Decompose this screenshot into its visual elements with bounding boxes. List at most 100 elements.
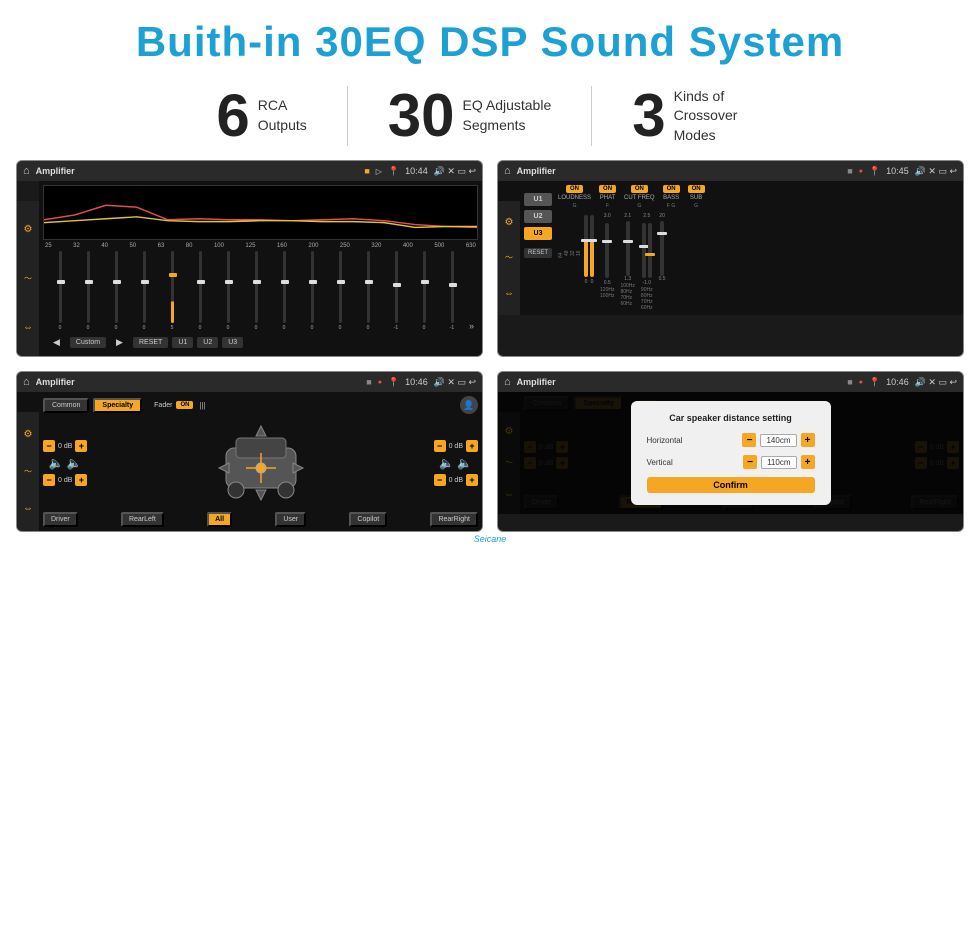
eq-u2-button[interactable]: U2 <box>197 337 218 348</box>
crossover-inner-screen: U1 U2 U3 RESET ON LOUDNESS G <box>498 181 963 315</box>
fader-screen: ⌂ Amplifier ■ ● 📍 10:46 🔊 ✕ ▭ ↩ ⚙ 〜 ⇔ Co… <box>16 371 483 532</box>
fader-plus-4[interactable]: + <box>466 474 478 486</box>
eq-slider-9[interactable]: 0 <box>271 251 297 331</box>
stat-eq: 30 EQ AdjustableSegments <box>348 86 591 146</box>
eq-slider-10[interactable]: 0 <box>299 251 325 331</box>
dialog-time: 10:46 <box>886 377 909 387</box>
rear-right-button[interactable]: RearRight <box>430 512 478 527</box>
eq-slider-4[interactable]: 0 <box>131 251 157 331</box>
fader-plus-1[interactable]: + <box>75 440 87 452</box>
copilot-button[interactable]: Copilot <box>349 512 387 527</box>
loudness-slider2[interactable]: 0 <box>590 215 594 285</box>
switch-cutfreq: ON CUT FREQ G <box>624 185 655 209</box>
switch-bass: ON BASS F G <box>663 185 680 209</box>
eq-u1-button[interactable]: U1 <box>172 337 193 348</box>
eq-sidebar-icon-2[interactable]: 〜 <box>24 273 32 284</box>
eq-sidebar-icon-3[interactable]: ⇔ <box>23 322 33 333</box>
reset-button[interactable]: RESET <box>524 248 552 258</box>
eq-slider-14[interactable]: 0 <box>411 251 437 331</box>
confirm-button[interactable]: Confirm <box>647 477 815 493</box>
all-button[interactable]: All <box>207 512 232 527</box>
horizontal-plus[interactable]: + <box>801 433 815 447</box>
dialog-dot2-icon: ● <box>859 379 863 386</box>
eq-reset-button[interactable]: RESET <box>133 337 168 348</box>
fader-minus-3[interactable]: − <box>434 440 446 452</box>
profile-icon[interactable]: 👤 <box>460 396 478 414</box>
bass-slider2[interactable] <box>648 223 652 278</box>
crossover-time: 10:45 <box>886 166 909 176</box>
crossover-sidebar-icon-2[interactable]: 〜 <box>505 252 513 263</box>
eq-slider-11[interactable]: 0 <box>327 251 353 331</box>
preset-column: U1 U2 U3 RESET <box>524 185 552 311</box>
fader-time: 10:46 <box>405 377 428 387</box>
preset-u1[interactable]: U1 <box>524 193 552 206</box>
driver-button[interactable]: Driver <box>43 512 78 527</box>
vertical-minus[interactable]: − <box>743 455 757 469</box>
fader-plus-3[interactable]: + <box>466 440 478 452</box>
sub-slider[interactable] <box>660 221 664 276</box>
phat-slider[interactable] <box>605 223 609 278</box>
fader-minus-2[interactable]: − <box>43 474 55 486</box>
preset-u2[interactable]: U2 <box>524 210 552 223</box>
eq-slider-2[interactable]: 0 <box>75 251 101 331</box>
switch-sub: ON SUB G <box>688 185 705 209</box>
sub-on[interactable]: ON <box>688 185 705 193</box>
fader-on[interactable]: ON <box>176 401 193 409</box>
fader-plus-2[interactable]: + <box>75 474 87 486</box>
bass-slider1[interactable] <box>642 223 646 278</box>
eq-slider-6[interactable]: 0 <box>187 251 213 331</box>
eq-slider-7[interactable]: 0 <box>215 251 241 331</box>
loudness-on[interactable]: ON <box>566 185 583 193</box>
eq-graph <box>43 185 478 240</box>
dialog-topbar: ⌂ Amplifier ■ ● 📍 10:46 🔊 ✕ ▭ ↩ <box>498 372 963 392</box>
phat-on[interactable]: ON <box>599 185 616 193</box>
fader-db-top-left: − 0 dB + <box>43 440 87 452</box>
zone-buttons-row: Driver RearLeft All User Copilot RearRig… <box>43 512 478 527</box>
eq-slider-13[interactable]: -1 <box>383 251 409 331</box>
cutfreq-on[interactable]: ON <box>631 185 648 193</box>
screens-grid: ⌂ Amplifier ■ ▷ 📍 10:44 🔊 ✕ ▭ ↩ ⚙ 〜 ⇔ <box>0 160 980 532</box>
cutfreq-slider[interactable] <box>626 221 630 276</box>
fader-home-icon[interactable]: ⌂ <box>23 376 30 388</box>
dialog-inner-screen: Common Specialty ON −0 dB+ −0 dB+ −0 dB+ <box>498 392 963 514</box>
eq-slider-5[interactable]: 5 <box>159 251 185 331</box>
fader-sidebar-icon-3[interactable]: ⇔ <box>23 503 33 514</box>
crossover-sidebar-icon-3[interactable]: ⇔ <box>504 288 514 299</box>
crossover-left-bar: ⚙ 〜 ⇔ <box>498 201 520 315</box>
fader-sidebar-icon-2[interactable]: 〜 <box>24 466 32 477</box>
crossover-home-icon[interactable]: ⌂ <box>504 165 511 177</box>
eq-next-button[interactable]: ▶ <box>110 335 129 350</box>
eq-slider-12[interactable]: 0 <box>355 251 381 331</box>
dialog-home-icon[interactable]: ⌂ <box>504 376 511 388</box>
speaker-right-icon: 🔈 <box>67 456 82 470</box>
fader-minus-1[interactable]: − <box>43 440 55 452</box>
bass-on[interactable]: ON <box>663 185 680 193</box>
eq-slider-3[interactable]: 0 <box>103 251 129 331</box>
crossover-dot-icon: ■ <box>847 166 852 176</box>
loudness-slider[interactable]: 0 <box>584 215 588 285</box>
specialty-tab[interactable]: Specialty <box>93 398 142 413</box>
vertical-plus[interactable]: + <box>801 455 815 469</box>
eq-sidebar-icon-1[interactable]: ⚙ <box>24 224 33 235</box>
preset-u3[interactable]: U3 <box>524 227 552 240</box>
crossover-screen: ⌂ Amplifier ■ ● 📍 10:45 🔊 ✕ ▭ ↩ ⚙ 〜 ⇔ U1… <box>497 160 964 357</box>
fader-db-value-1: 0 dB <box>58 443 72 450</box>
dialog-screen: ⌂ Amplifier ■ ● 📍 10:46 🔊 ✕ ▭ ↩ ⚙ 〜 ⇔ Co… <box>497 371 964 532</box>
eq-slider-15[interactable]: -1 <box>439 251 465 331</box>
fader-bars-icon: ||| <box>199 401 205 410</box>
eq-custom-button[interactable]: Custom <box>70 337 106 348</box>
rear-left-button[interactable]: RearLeft <box>121 512 164 527</box>
home-icon[interactable]: ⌂ <box>23 165 30 177</box>
horizontal-controls: − 140cm + <box>742 433 814 447</box>
horizontal-minus[interactable]: − <box>742 433 756 447</box>
fader-minus-4[interactable]: − <box>434 474 446 486</box>
fader-sidebar-icon-1[interactable]: ⚙ <box>24 429 33 440</box>
user-button[interactable]: User <box>275 512 306 527</box>
crossover-sidebar-icon-1[interactable]: ⚙ <box>505 217 514 228</box>
common-tab[interactable]: Common <box>43 398 89 413</box>
profile-icon-wrapper: 👤 <box>460 396 478 414</box>
eq-slider-1[interactable]: 0 <box>47 251 73 331</box>
eq-u3-button[interactable]: U3 <box>222 337 243 348</box>
eq-prev-button[interactable]: ◀ <box>47 335 66 350</box>
eq-slider-8[interactable]: 0 <box>243 251 269 331</box>
